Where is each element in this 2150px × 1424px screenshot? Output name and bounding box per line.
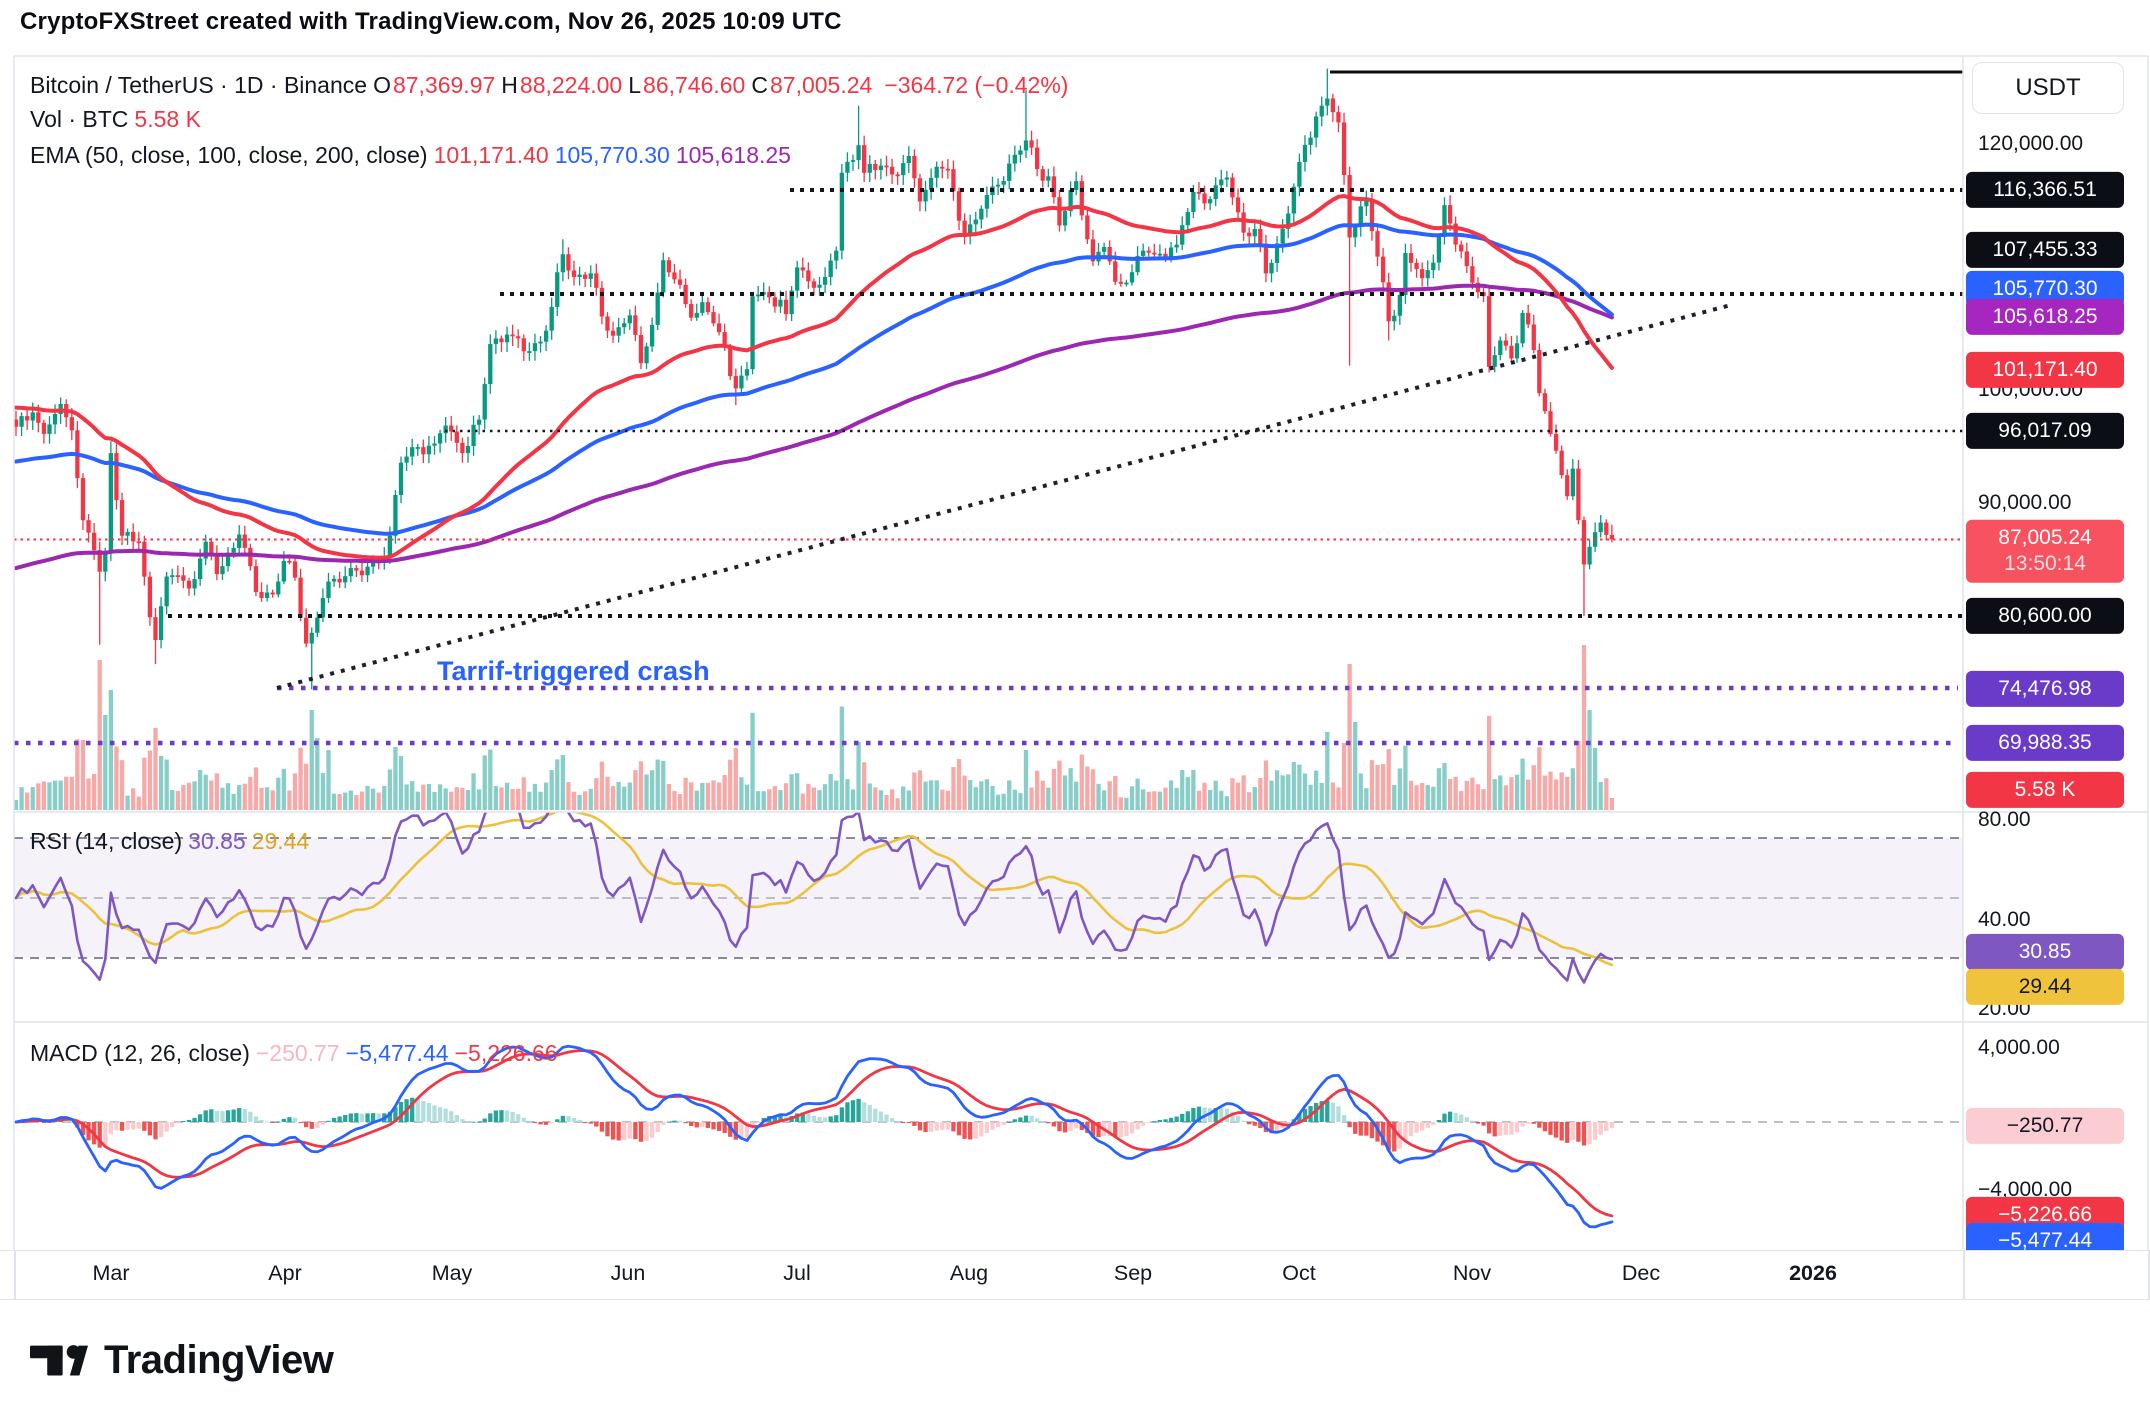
price-scale-badge: 101,171.40 xyxy=(1966,351,2124,389)
ohlc-value: 87,369.97 xyxy=(392,72,496,98)
legend-value: −5,477.44 xyxy=(345,1040,449,1066)
time-axis-label-2026[interactable]: 2026 xyxy=(1789,1261,1837,1286)
legend-value: 29.44 xyxy=(251,828,310,854)
price-scale-badge: 96,017.09 xyxy=(1966,412,2124,450)
ohlc-key: C xyxy=(751,72,768,98)
time-axis-label-mar[interactable]: Mar xyxy=(92,1261,129,1286)
crash-annotation: Tarrif-triggered crash xyxy=(437,656,710,686)
ohlc-key: H xyxy=(501,72,518,98)
symbol-name: Bitcoin / TetherUS · 1D · Binance xyxy=(30,72,368,98)
time-axis-label-jul[interactable]: Jul xyxy=(783,1261,810,1286)
price-scale-badge: −250.77 xyxy=(1966,1107,2124,1145)
rsi-label: RSI (14, close) xyxy=(30,828,183,854)
price-scale-badge: 116,366.51 xyxy=(1966,171,2124,209)
price-scale-badge: 80,600.00 xyxy=(1966,597,2124,635)
price-scale-badge: 87,005.24 13:50:14 xyxy=(1966,519,2124,583)
ohlc-key: O xyxy=(373,72,391,98)
price-scale-badge: 69,988.35 xyxy=(1966,724,2124,762)
volume-label: Vol · BTC xyxy=(30,106,129,132)
ema-values: 101,171.40 105,770.30 105,618.25 xyxy=(434,142,797,168)
legend-value: 105,770.30 xyxy=(554,142,670,168)
legend-value: −5,226.66 xyxy=(454,1040,558,1066)
price-scale-badge: 105,618.25 xyxy=(1966,298,2124,336)
macd-values: −250.77 −5,477.44 −5,226.66 xyxy=(256,1040,564,1066)
price-scale-label: 4,000.00 xyxy=(1978,1036,2060,1059)
axis-separator xyxy=(2148,1251,2150,1299)
tradingview-logo-text: TradingView xyxy=(104,1338,334,1382)
tradingview-logo-icon xyxy=(30,1344,88,1375)
time-axis-label-apr[interactable]: Apr xyxy=(268,1261,301,1286)
time-axis-label-aug[interactable]: Aug xyxy=(950,1261,988,1286)
ema-legend: EMA (50, close, 100, close, 200, close) 1… xyxy=(30,142,803,169)
legend-value: 101,171.40 xyxy=(433,142,549,168)
price-scale-badge: 30.85 xyxy=(1966,933,2124,971)
tradingview-chart-page: CryptoFXStreet created with TradingView.… xyxy=(0,0,2150,1424)
time-axis[interactable]: Mar Apr May Jun Jul Aug Sep Oct Nov Dec 2026 xyxy=(0,1250,2150,1300)
ohlc-value: 87,005.24 xyxy=(769,72,873,98)
price-scale-label: 80.00 xyxy=(1978,808,2031,831)
ema-label: EMA (50, close, 100, close, 200, close) xyxy=(30,142,428,168)
legend-value: −250.77 xyxy=(255,1040,340,1066)
time-axis-label-may[interactable]: May xyxy=(432,1261,473,1286)
macd-legend: MACD (12, 26, close) −250.77 −5,477.44 −5,2… xyxy=(30,1040,570,1067)
rsi-values: 30.85 29.44 xyxy=(188,828,315,854)
time-axis-label-sep[interactable]: Sep xyxy=(1114,1261,1152,1286)
legend-value: 105,618.25 xyxy=(675,142,791,168)
rsi-legend: RSI (14, close) 30.85 29.44 xyxy=(30,828,321,855)
price-scale-label: 120,000.00 xyxy=(1978,132,2084,155)
time-axis-label-nov[interactable]: Nov xyxy=(1453,1261,1491,1286)
time-axis-label-jun[interactable]: Jun xyxy=(611,1261,646,1286)
tradingview-logo[interactable]: TradingView xyxy=(30,1338,334,1383)
symbol-legend: Bitcoin / TetherUS · 1D · Binance O87,369… xyxy=(30,72,1074,99)
ohlc-key: L xyxy=(628,72,642,98)
axis-separator xyxy=(14,1251,16,1299)
volume-value: 5.58 K xyxy=(134,106,201,132)
legend-value: 30.85 xyxy=(188,828,246,854)
currency-toggle-button[interactable]: USDT xyxy=(1972,62,2124,114)
chart-plot-area[interactable] xyxy=(0,0,2150,1300)
ohlc-value: 88,224.00 xyxy=(519,72,623,98)
price-scale-label: 40.00 xyxy=(1978,908,2031,931)
countdown-timer: 13:50:14 xyxy=(2004,552,2086,575)
change-value: −364.72 (−0.42%) xyxy=(884,72,1069,98)
macd-label: MACD (12, 26, close) xyxy=(30,1040,250,1066)
price-scale-badge: 74,476.98 xyxy=(1966,670,2124,708)
price-scale-badge: 107,455.33 xyxy=(1966,231,2124,269)
price-scale-badge: 29.44 xyxy=(1966,968,2124,1006)
axis-separator xyxy=(1963,1251,1965,1299)
time-axis-label-oct[interactable]: Oct xyxy=(1282,1261,1315,1286)
price-scale-label: 90,000.00 xyxy=(1978,491,2072,514)
time-axis-label-dec[interactable]: Dec xyxy=(1622,1261,1660,1286)
volume-legend: Vol · BTC 5.58 K xyxy=(30,106,207,133)
ohlc-value: 86,746.60 xyxy=(643,72,746,98)
price-scale-badge: 5.58 K xyxy=(1966,771,2124,809)
ohlc-values: O87,369.97 H88,224.00 L86,746.60 C87,005.24 xyxy=(373,72,878,98)
